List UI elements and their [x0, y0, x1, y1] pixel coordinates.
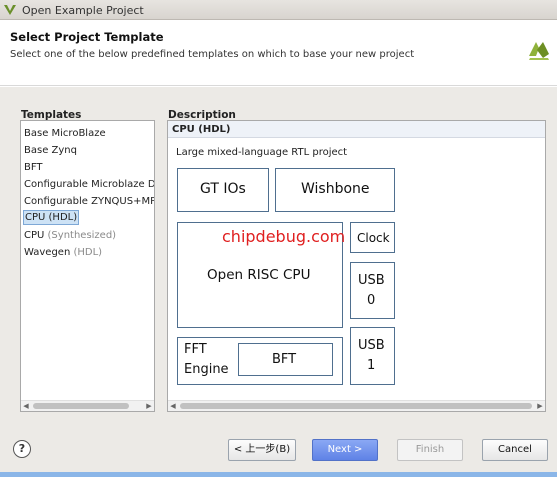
window-titlebar: Open Example Project [0, 0, 557, 20]
template-item-base-zynq[interactable]: Base Zynq [23, 143, 78, 158]
scroll-left-arrow-icon[interactable]: ◀ [168, 401, 178, 411]
template-item-cpu-hdl[interactable]: CPU (HDL) [23, 210, 80, 225]
diagram-block-usb1: USB 1 [350, 327, 395, 385]
vivado-app-icon [4, 5, 16, 15]
window-bottom-edge [0, 472, 557, 477]
template-item-label: Base MicroBlaze [24, 128, 106, 139]
block-label: GT IOs [200, 181, 246, 197]
scroll-left-arrow-icon[interactable]: ◀ [21, 401, 31, 411]
template-item-bft[interactable]: BFT [23, 160, 44, 175]
block-label-line1: USB [358, 273, 385, 288]
block-label: Wishbone [301, 181, 370, 197]
template-item-suffix: (HDL) [73, 247, 103, 258]
block-label-line2: Engine [184, 362, 229, 377]
template-item-suffix: (Synthesized) [47, 230, 117, 241]
diagram-block-usb0: USB 0 [350, 262, 395, 319]
wizard-header: Select Project Template Select one of th… [0, 20, 557, 86]
block-label-line1: FFT [184, 342, 207, 357]
template-item-configurable-zynqus-mpsoc[interactable]: Configurable ZYNQUS+MPSOC D [23, 194, 155, 209]
block-label-line2: 0 [367, 293, 376, 308]
diagram-block-bft: BFT [238, 343, 333, 376]
back-button[interactable]: < 上一步(B) [228, 439, 296, 461]
scrollbar-thumb[interactable] [33, 403, 129, 409]
template-item-base-microblaze[interactable]: Base MicroBlaze [23, 126, 107, 141]
templates-list[interactable]: Base MicroBlaze Base Zynq BFT Configurab… [20, 120, 155, 412]
next-button[interactable]: Next > [312, 439, 378, 461]
scroll-right-arrow-icon[interactable]: ▶ [144, 401, 154, 411]
template-item-label: Wavegen [24, 247, 71, 258]
help-button[interactable]: ? [13, 440, 31, 458]
description-horizontal-scrollbar[interactable]: ◀ ▶ [168, 400, 545, 411]
template-item-configurable-microblaze[interactable]: Configurable Microblaze Design [23, 177, 155, 192]
finish-button: Finish [397, 439, 463, 461]
template-item-label: Configurable Microblaze Design [24, 179, 155, 190]
description-text: Large mixed-language RTL project [176, 147, 348, 158]
diagram-block-gt-ios: GT IOs [177, 168, 269, 212]
diagram-block-wishbone: Wishbone [275, 168, 395, 212]
block-label: Clock [357, 231, 390, 245]
window-title: Open Example Project [22, 4, 144, 17]
scrollbar-thumb[interactable] [180, 403, 532, 409]
template-item-suffix: (HDL) [48, 212, 78, 223]
template-item-label: CPU [25, 212, 46, 223]
page-title: Select Project Template [10, 30, 164, 44]
vivado-logo-icon [529, 42, 549, 60]
description-heading: CPU (HDL) [172, 124, 231, 135]
diagram-block-clock: Clock [350, 222, 395, 253]
templates-horizontal-scrollbar[interactable]: ◀ ▶ [21, 400, 154, 411]
description-header: CPU (HDL) [168, 121, 545, 138]
description-panel: CPU (HDL) Large mixed-language RTL proje… [167, 120, 546, 412]
block-label-line2: 1 [367, 358, 376, 373]
template-item-label: CPU [24, 230, 45, 241]
page-subtitle: Select one of the below predefined templ… [10, 49, 415, 60]
cancel-button[interactable]: Cancel [482, 439, 548, 461]
template-item-label: Base Zynq [24, 145, 77, 156]
template-item-cpu-synthesized[interactable]: CPU (Synthesized) [23, 228, 117, 243]
block-label: BFT [272, 352, 297, 367]
block-label: Open RISC CPU [207, 267, 311, 283]
watermark-text: chipdebug.com [222, 227, 346, 246]
scroll-right-arrow-icon[interactable]: ▶ [535, 401, 545, 411]
block-label-line1: USB [358, 338, 385, 353]
template-item-wavegen-hdl[interactable]: Wavegen (HDL) [23, 245, 103, 260]
template-item-label: BFT [24, 162, 43, 173]
template-item-label: Configurable ZYNQUS+MPSOC D [24, 196, 155, 207]
